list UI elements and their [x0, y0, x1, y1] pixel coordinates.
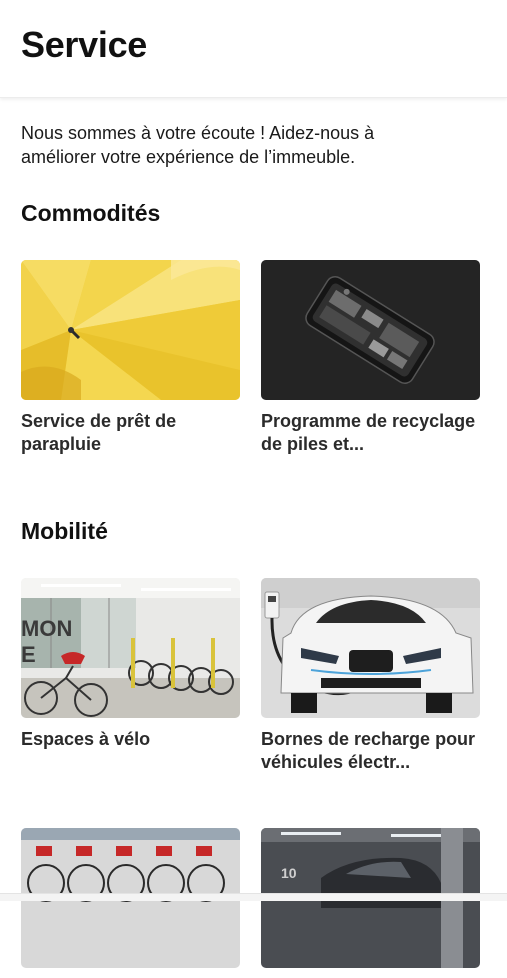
- card-bike-spaces[interactable]: MON E Espaces à vélo: [21, 578, 240, 751]
- card-label: Bornes de recharge pour véhicules électr…: [261, 729, 476, 772]
- card-umbrella-service[interactable]: Service de prêt de parapluie: [21, 260, 240, 456]
- section-title-commodites: Commodités: [21, 200, 161, 226]
- intro-text: Nous sommes à votre écoute ! Aidez-nous …: [21, 123, 375, 167]
- svg-text:E: E: [21, 642, 36, 667]
- card-ev-charging[interactable]: Bornes de recharge pour véhicules électr…: [261, 578, 480, 774]
- card-label: Espaces à vélo: [21, 729, 151, 749]
- card-image-phone: [261, 260, 480, 400]
- svg-text:10: 10: [281, 865, 297, 881]
- card-label: Service de prêt de parapluie: [21, 411, 177, 454]
- svg-text:MON: MON: [21, 616, 72, 641]
- card-parking[interactable]: 10: [261, 828, 480, 978]
- card-label: Programme de recyclage de piles et...: [261, 411, 476, 454]
- page-title: Service: [21, 24, 148, 65]
- card-image-ev: [261, 578, 480, 718]
- card-image-umbrellas: [21, 260, 240, 400]
- section-title-mobilite: Mobilité: [21, 518, 108, 544]
- card-bike-rack[interactable]: [21, 828, 240, 978]
- card-image-bike-room: MON E: [21, 578, 240, 718]
- app-header: Service: [0, 0, 507, 98]
- card-battery-recycling[interactable]: Programme de recyclage de piles et...: [261, 260, 480, 456]
